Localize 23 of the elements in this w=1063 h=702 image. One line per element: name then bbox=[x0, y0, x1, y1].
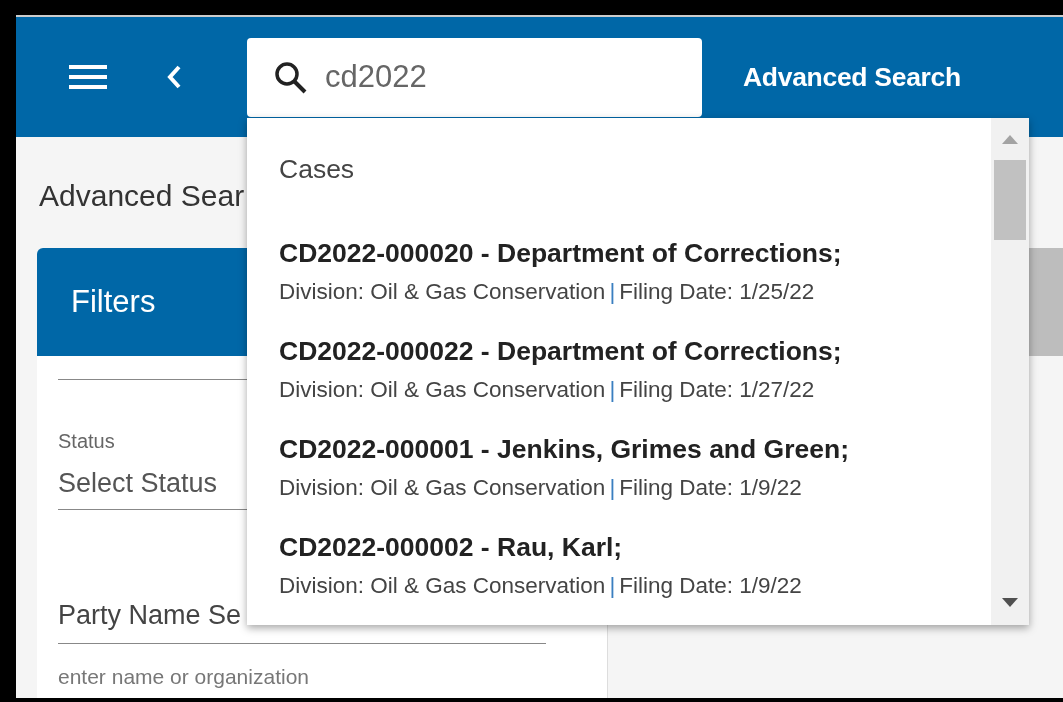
page-title: Advanced Sear bbox=[39, 179, 245, 214]
back-icon[interactable] bbox=[167, 65, 181, 89]
party-name-field[interactable]: Party Name Se bbox=[58, 600, 546, 644]
status-label: Status bbox=[58, 430, 115, 453]
search-result[interactable]: CD2022-000022 - Department of Corrections; Division: Oil & Gas Conservation | Filing Date: 1/27/22 bbox=[279, 336, 991, 403]
search-field[interactable]: cd2022 bbox=[247, 37, 702, 117]
search-input[interactable]: cd2022 bbox=[325, 59, 685, 95]
advanced-search-link[interactable]: Advanced Search bbox=[743, 61, 961, 93]
result-details: Division: Oil & Gas Conservation | Filing Date: 1/9/22 bbox=[279, 475, 802, 501]
result-details: Division: Oil & Gas Conservation | Filing Date: 1/25/22 bbox=[279, 279, 815, 305]
section-heading: Cases bbox=[279, 154, 355, 185]
scrollbar[interactable] bbox=[991, 118, 1029, 625]
menu-icon[interactable] bbox=[69, 64, 107, 90]
result-details: Division: Oil & Gas Conservation | Filing Date: 1/9/22 bbox=[279, 573, 802, 599]
search-result[interactable]: CD2022-000020 - Department of Corrections; Division: Oil & Gas Conservation | Filing Date: 1/25/22 bbox=[279, 238, 991, 305]
scrollbar-thumb[interactable] bbox=[994, 160, 1026, 240]
filters-title: Filters bbox=[71, 284, 156, 320]
search-result[interactable]: CD2022-000001 - Jenkins, Grimes and Green; Division: Oil & Gas Conservation | Filing Date: 1/9/22 bbox=[279, 434, 991, 501]
party-name-hint: enter name or organization bbox=[58, 665, 309, 689]
scroll-down-icon[interactable] bbox=[1002, 598, 1018, 607]
search-result[interactable]: CD2022-000002 - Rau, Karl; Division: Oil & Gas Conservation | Filing Date: 1/9/22 bbox=[279, 532, 991, 599]
result-details: Division: Oil & Gas Conservation | Filing Date: 1/27/22 bbox=[279, 377, 815, 403]
search-icon bbox=[274, 60, 307, 94]
